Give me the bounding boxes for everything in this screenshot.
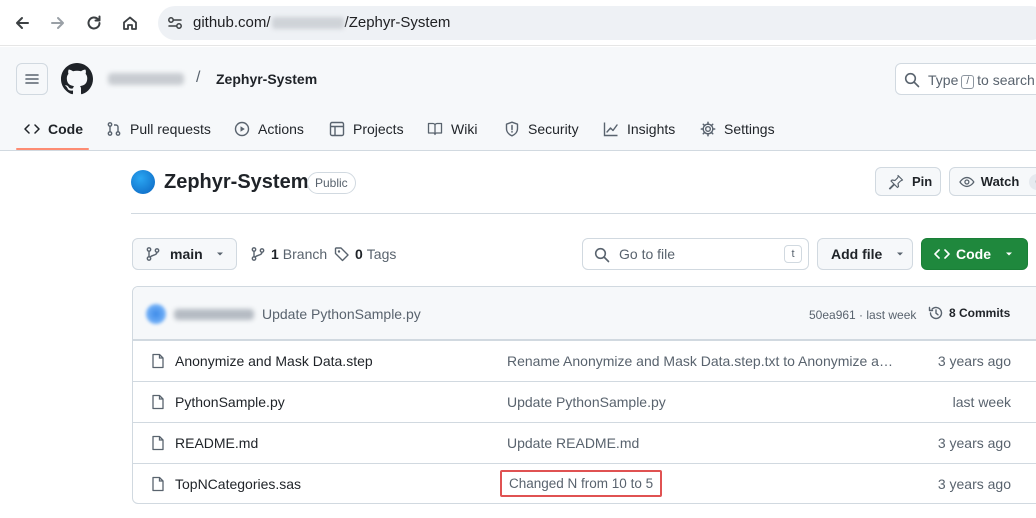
tab-code[interactable]: Code [24,107,83,151]
go-to-file-placeholder: Go to file [619,246,676,262]
arrow-left-icon [16,17,29,29]
caret-down-icon [216,252,223,256]
go-to-file-input[interactable]: Go to file t [582,238,809,270]
branch-select-button[interactable]: main [132,238,237,270]
table-row[interactable]: README.md Update README.md 3 years ago [133,422,1036,463]
add-file-button[interactable]: Add file [817,238,913,270]
file-commit-time: 3 years ago [937,435,1011,451]
shield-icon [505,121,519,137]
global-search-input[interactable]: Type / to search [895,63,1036,95]
file-name-link[interactable]: Anonymize and Mask Data.step [175,353,373,369]
pull-request-icon [107,122,121,136]
tab-insights[interactable]: Insights [603,107,675,151]
breadcrumb-repo-link[interactable]: Zephyr-System [216,71,317,87]
table-row[interactable]: TopNCategories.sas Changed N from 10 to … [133,463,1036,503]
arrow-right-icon [51,17,64,29]
visibility-badge: Public [307,172,356,194]
commit-author-avatar[interactable] [146,304,166,324]
address-bar[interactable]: github.com//Zephyr-System [158,6,1036,40]
commits-history-link[interactable]: 8 Commits [928,305,1010,321]
search-icon [594,247,610,263]
play-icon [234,121,250,137]
tab-settings[interactable]: Settings [700,107,775,151]
title-divider [131,213,1036,214]
url-text: github.com//Zephyr-System [193,14,451,31]
file-list: Update PythonSample.py 50ea961 · last we… [132,286,1036,504]
branches-link[interactable]: 1 Branch [250,246,327,262]
code-button[interactable]: Code [921,238,1028,270]
hamburger-icon [25,74,39,84]
file-icon [152,353,164,369]
active-tab-indicator [16,148,89,150]
file-name-link[interactable]: PythonSample.py [175,394,285,410]
file-commit-time: last week [952,394,1011,410]
commit-hash-time[interactable]: 50ea961 · last week [809,308,916,322]
search-placeholder: Type / to search [928,72,1035,89]
pin-icon [888,174,904,190]
forward-button[interactable] [40,5,76,41]
tab-pull-requests[interactable]: Pull requests [106,107,211,151]
tab-actions[interactable]: Actions [234,107,304,151]
redacted-commit-author[interactable] [174,309,254,320]
file-icon [152,394,164,410]
graph-icon [603,122,618,137]
reload-button[interactable] [76,5,112,41]
redacted-owner-name[interactable] [108,73,184,85]
gear-icon [700,121,716,137]
file-commit-message[interactable]: Update PythonSample.py [507,394,666,410]
shortcut-key-t: t [784,245,802,263]
back-button[interactable] [4,5,40,41]
tags-link[interactable]: 0 Tags [334,246,396,262]
branch-icon [146,247,160,261]
browser-toolbar: github.com//Zephyr-System [0,0,1036,46]
file-icon [152,435,164,451]
highlighted-commit-message[interactable]: Changed N from 10 to 5 [500,470,663,497]
home-icon [123,16,137,30]
caret-down-icon [1006,252,1012,256]
table-row[interactable]: PythonSample.py Update PythonSample.py l… [133,381,1036,422]
branch-icon [251,247,265,261]
caret-down-icon [897,252,904,256]
repo-owner-avatar [131,170,155,194]
pin-button[interactable]: Pin [875,167,941,196]
file-icon [152,476,164,492]
eye-icon [959,176,975,187]
latest-commit-message[interactable]: Update PythonSample.py [262,306,421,322]
tag-icon [334,247,349,262]
file-commit-message[interactable]: Rename Anonymize and Mask Data.step.txt … [507,353,893,369]
home-button[interactable] [112,5,148,41]
file-name-link[interactable]: TopNCategories.sas [175,476,301,492]
file-commit-time: 3 years ago [937,476,1011,492]
search-icon [904,72,920,88]
repo-title[interactable]: Zephyr-System [164,171,309,194]
watch-count: 0 [1029,173,1036,190]
book-icon [427,122,443,136]
reload-icon [87,15,101,30]
tab-wiki[interactable]: Wiki [427,107,477,151]
table-row[interactable]: Anonymize and Mask Data.step Rename Anon… [133,340,1036,381]
watch-button[interactable]: Watch 0 [949,167,1036,196]
file-commit-message[interactable]: Update README.md [507,435,639,451]
menu-button[interactable] [16,63,48,95]
file-name-link[interactable]: README.md [175,435,258,451]
code-icon [934,249,950,259]
latest-commit-bar: Update PythonSample.py 50ea961 · last we… [133,287,1036,340]
file-commit-time: 3 years ago [937,353,1011,369]
github-header: / Zephyr-System Type / to search Code Pull… [0,47,1036,151]
table-icon [329,121,345,137]
tab-security[interactable]: Security [504,107,579,151]
breadcrumb-separator: / [196,69,201,86]
redacted-owner [271,17,344,30]
github-logo-icon[interactable] [61,63,93,95]
code-icon [24,124,40,134]
site-settings-icon[interactable] [166,14,184,32]
tab-projects[interactable]: Projects [329,107,404,151]
history-icon [928,306,943,320]
